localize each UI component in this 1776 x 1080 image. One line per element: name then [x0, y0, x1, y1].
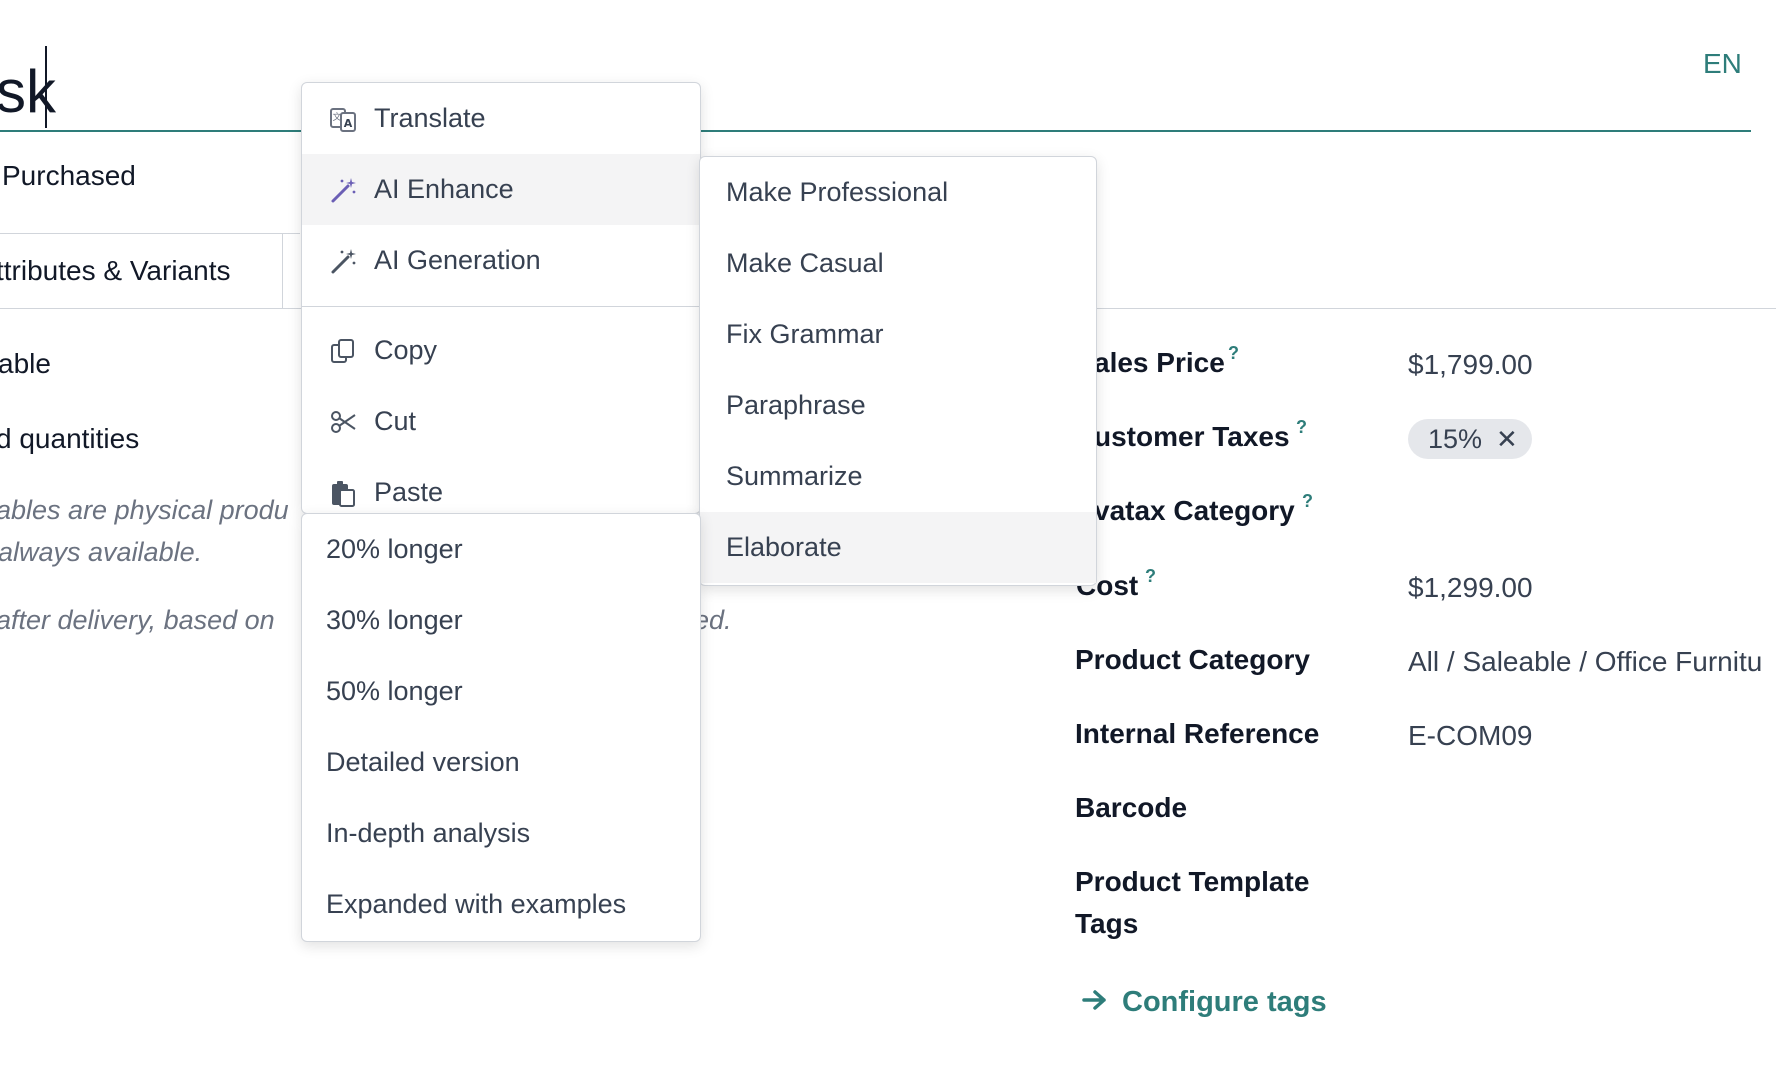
- tab-separator: [282, 233, 283, 308]
- translate-icon: A文: [326, 102, 360, 136]
- submenu-item-label: Elaborate: [726, 532, 842, 562]
- submenu-item-label: Summarize: [726, 461, 863, 491]
- menu-item-label: Translate: [374, 103, 486, 133]
- menu-item-paste[interactable]: Paste: [302, 457, 700, 513]
- submenu-item-label: Fix Grammar: [726, 319, 884, 349]
- submenu-item-label: 50% longer: [326, 676, 463, 706]
- language-button[interactable]: EN: [1703, 48, 1742, 80]
- submenu-item-summarize[interactable]: Summarize: [700, 441, 1096, 512]
- product-template-tags-label: Product Template: [1075, 866, 1310, 897]
- paste-icon: [326, 476, 360, 510]
- menu-divider: [302, 306, 700, 307]
- submenu-item-in-depth-analysis[interactable]: In-depth analysis: [302, 798, 700, 869]
- help-note-line-2: always available.: [0, 537, 203, 567]
- menu-item-cut[interactable]: Cut: [302, 386, 700, 457]
- menu-item-ai-generation[interactable]: AI Generation: [302, 225, 700, 296]
- configure-tags-label: Configure tags: [1122, 986, 1327, 1018]
- field-label-2: d quantities: [0, 423, 140, 454]
- submenu-item-label: In-depth analysis: [326, 818, 531, 848]
- submenu-item-50-longer[interactable]: 50% longer: [302, 656, 700, 727]
- help-tooltip-icon[interactable]: ?: [1228, 343, 1239, 364]
- sales-price-label: ales Price: [1094, 347, 1225, 378]
- tab-attributes-variants[interactable]: ttributes & Variants: [0, 255, 230, 287]
- menu-item-label: Copy: [374, 335, 438, 365]
- configure-tags-link[interactable]: Configure tags: [1082, 986, 1327, 1019]
- submenu-item-make-professional[interactable]: Make Professional: [700, 157, 1096, 228]
- submenu-item-elaborate[interactable]: Elaborate: [700, 512, 1096, 583]
- product-category-label: Product Category: [1075, 644, 1310, 675]
- purchased-checkbox-label[interactable]: Purchased: [2, 160, 136, 192]
- submenu-item-label: 20% longer: [326, 534, 463, 564]
- help-tooltip-icon[interactable]: ?: [1302, 491, 1313, 512]
- product-name-input[interactable]: sk: [0, 44, 56, 140]
- text-caret: [45, 46, 47, 128]
- submenu-item-label: Make Professional: [726, 177, 949, 207]
- menu-item-label: Paste: [374, 477, 444, 507]
- cost-value[interactable]: $1,299.00: [1408, 572, 1533, 604]
- submenu-item-fix-grammar[interactable]: Fix Grammar: [700, 299, 1096, 370]
- submenu-item-paraphrase[interactable]: Paraphrase: [700, 370, 1096, 441]
- submenu-item-detailed-version[interactable]: Detailed version: [302, 727, 700, 798]
- product-template-tags-label-2: Tags: [1075, 908, 1139, 939]
- tax-tag-badge: 15% ✕: [1408, 419, 1532, 459]
- scissors-icon: [326, 405, 360, 439]
- customer-taxes-label: ustomer Taxes: [1094, 421, 1290, 452]
- product-category-value[interactable]: All / Saleable / Office Furnitu: [1408, 646, 1762, 678]
- help-tooltip-icon[interactable]: ?: [1145, 566, 1156, 587]
- help-note-line-3: after delivery, based on: [0, 605, 275, 635]
- elaborate-submenu: 20% longer 30% longer 50% longer Detaile…: [301, 513, 701, 942]
- internal-reference-label: Internal Reference: [1075, 718, 1320, 749]
- menu-item-translate[interactable]: A文 Translate: [302, 83, 700, 154]
- sales-price-value[interactable]: $1,799.00: [1408, 349, 1533, 381]
- menu-item-ai-enhance[interactable]: AI Enhance: [302, 154, 700, 225]
- title-underline: [0, 130, 1751, 132]
- magic-wand-icon: [326, 244, 360, 278]
- barcode-label: Barcode: [1075, 792, 1188, 823]
- tax-tag-label: 15%: [1428, 423, 1483, 454]
- svg-text:A: A: [344, 117, 353, 130]
- internal-reference-value[interactable]: E-COM09: [1408, 720, 1532, 752]
- context-menu: A文 Translate AI Enhance AI Generation Co…: [301, 82, 701, 514]
- help-tooltip-icon[interactable]: ?: [1296, 417, 1307, 438]
- submenu-item-label: Expanded with examples: [326, 889, 627, 919]
- submenu-item-label: 30% longer: [326, 605, 463, 635]
- submenu-item-label: Detailed version: [326, 747, 520, 777]
- menu-item-label: AI Generation: [374, 245, 541, 275]
- help-note-line-1: ables are physical produ: [0, 495, 289, 525]
- submenu-item-make-casual[interactable]: Make Casual: [700, 228, 1096, 299]
- magic-wand-icon: [326, 173, 360, 207]
- remove-tag-icon[interactable]: ✕: [1496, 426, 1518, 452]
- menu-item-label: Cut: [374, 406, 417, 436]
- ai-enhance-submenu: Make Professional Make Casual Fix Gramma…: [699, 156, 1097, 586]
- menu-item-label: AI Enhance: [374, 174, 514, 204]
- submenu-item-expanded-with-examples[interactable]: Expanded with examples: [302, 869, 700, 940]
- submenu-item-30-longer[interactable]: 30% longer: [302, 585, 700, 656]
- submenu-item-20-longer[interactable]: 20% longer: [302, 514, 700, 585]
- svg-text:文: 文: [332, 111, 341, 123]
- field-label-1: able: [0, 348, 51, 379]
- submenu-item-label: Make Casual: [726, 248, 884, 278]
- avatax-category-label: vatax Category: [1094, 495, 1295, 526]
- copy-icon: [326, 334, 360, 368]
- tab-border-top: [0, 233, 300, 234]
- submenu-item-label: Paraphrase: [726, 390, 866, 420]
- menu-item-copy[interactable]: Copy: [302, 315, 700, 386]
- arrow-right-icon: [1082, 986, 1108, 1019]
